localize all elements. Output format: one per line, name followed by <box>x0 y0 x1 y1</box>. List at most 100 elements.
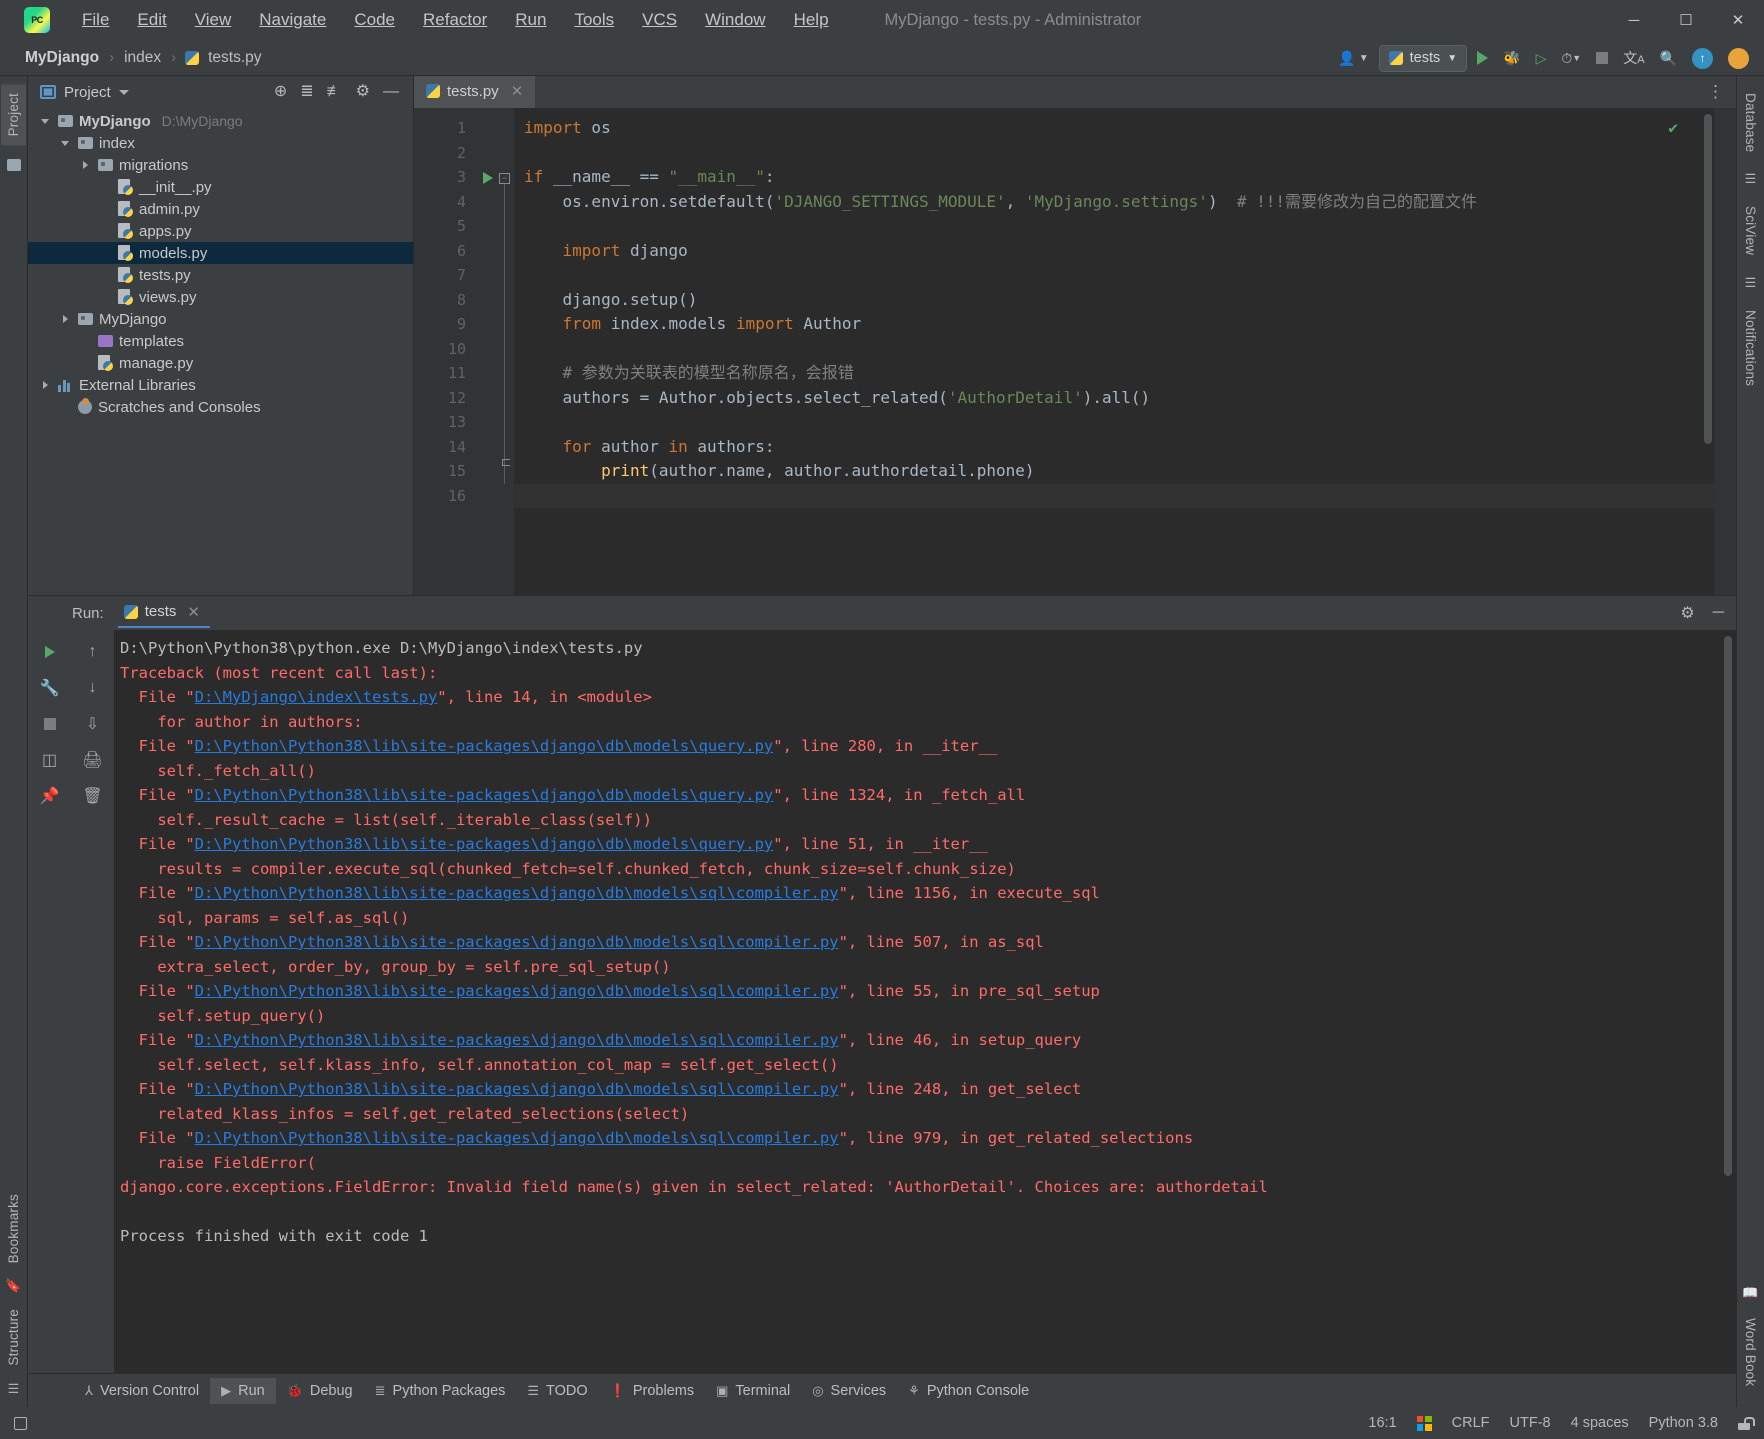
chevron-right-icon[interactable] <box>78 161 92 169</box>
stripe-tab-sciview[interactable]: SciView <box>1738 197 1763 264</box>
chevron-right-icon[interactable] <box>38 381 52 389</box>
hide-icon[interactable]: ─ <box>1713 604 1724 622</box>
profile-button[interactable]: ⏱ ▼ <box>1556 45 1586 71</box>
update-button[interactable]: ↑ <box>1687 45 1718 71</box>
gutter-marker-row[interactable] <box>476 337 514 362</box>
toggle-tool-windows-icon[interactable] <box>14 1416 27 1430</box>
editor-options-button[interactable]: ⋮ <box>1707 76 1736 108</box>
chevron-down-icon[interactable] <box>58 141 72 146</box>
console-file-link[interactable]: D:\Python\Python38\lib\site-packages\dja… <box>195 1080 839 1098</box>
gutter-marker-row[interactable] <box>476 484 514 509</box>
gutter-marker-row[interactable] <box>476 116 514 141</box>
tree-node-mydjango[interactable]: MyDjango <box>28 308 413 330</box>
menu-view[interactable]: View <box>181 6 246 34</box>
breadcrumb-item-index[interactable]: index <box>121 47 164 69</box>
code-line[interactable] <box>514 337 1714 362</box>
gutter-marker-row[interactable]: − <box>476 165 514 484</box>
tool-window-button-debug[interactable]: 🐞 Debug <box>276 1378 364 1404</box>
console-file-link[interactable]: D:\Python\Python38\lib\site-packages\dja… <box>195 982 839 1000</box>
code-area[interactable]: ✔ import os if __name__ == "__main__": o… <box>514 108 1714 595</box>
menu-edit[interactable]: Edit <box>123 6 180 34</box>
code-line[interactable] <box>514 214 1714 239</box>
scroll-to-end-icon[interactable]: ⇩ <box>83 714 103 734</box>
caret-position[interactable]: 16:1 <box>1368 1415 1396 1431</box>
gutter-marker-row[interactable] <box>476 190 514 215</box>
gutter-marker-row[interactable] <box>476 435 514 466</box>
tree-node-scratches-and-consoles[interactable]: Scratches and Consoles <box>28 396 413 418</box>
breadcrumb-item-project[interactable]: MyDjango <box>22 47 102 69</box>
tree-node-views-py[interactable]: views.py <box>28 286 413 308</box>
editor-tab-tests-py[interactable]: tests.py ✕ <box>414 76 536 108</box>
menu-code[interactable]: Code <box>340 6 409 34</box>
gutter-marker-row[interactable] <box>476 312 514 337</box>
gutter-marker-row[interactable] <box>476 459 514 484</box>
stripe-tab-database[interactable]: Database <box>1738 84 1763 161</box>
print-icon[interactable]: 🖨 <box>82 750 102 770</box>
trash-icon[interactable]: 🗑 <box>82 786 102 806</box>
wrench-icon[interactable]: 🔧 <box>40 678 60 698</box>
run-button[interactable] <box>1472 45 1493 71</box>
debug-button[interactable]: 🐝 <box>1498 45 1525 71</box>
tree-node-tests-py[interactable]: tests.py <box>28 264 413 286</box>
stripe-tab-project[interactable]: Project <box>1 84 26 146</box>
run-with-coverage-button[interactable]: ▷ <box>1531 45 1552 71</box>
search-everywhere-button[interactable]: 🔍 <box>1655 45 1682 71</box>
code-line[interactable]: print(author.name, author.authordetail.p… <box>514 459 1714 484</box>
chevron-down-icon[interactable] <box>38 119 52 124</box>
tool-window-button-python-packages[interactable]: ≣ Python Packages <box>364 1378 517 1404</box>
console-file-link[interactable]: D:\Python\Python38\lib\site-packages\dja… <box>195 884 839 902</box>
code-line[interactable]: import django <box>514 239 1714 264</box>
tree-node-mydjango[interactable]: MyDjango D:\MyDjango <box>28 110 413 132</box>
close-icon[interactable]: ✕ <box>511 82 524 100</box>
tree-node-external-libraries[interactable]: External Libraries <box>28 374 413 396</box>
gutter-marker-row[interactable] <box>476 214 514 239</box>
tool-window-button-terminal[interactable]: ▣ Terminal <box>705 1378 801 1404</box>
code-line[interactable]: os.environ.setdefault('DJANGO_SETTINGS_M… <box>514 190 1714 215</box>
rerun-icon[interactable] <box>40 642 60 662</box>
gutter-marker-row[interactable] <box>476 361 514 386</box>
hide-icon[interactable]: — <box>383 84 399 100</box>
menu-tools[interactable]: Tools <box>560 6 628 34</box>
console-file-link[interactable]: D:\Python\Python38\lib\site-packages\dja… <box>195 786 774 804</box>
tool-window-button-version-control[interactable]: ⅄ Version Control <box>74 1378 210 1404</box>
code-line[interactable]: if __name__ == "__main__": <box>514 165 1714 190</box>
tree-node--init-py[interactable]: __init__.py <box>28 176 413 198</box>
run-tab-tests[interactable]: tests ✕ <box>117 599 210 628</box>
menu-help[interactable]: Help <box>780 6 843 34</box>
minimize-button[interactable]: ─ <box>1608 0 1660 40</box>
menu-run[interactable]: Run <box>501 6 560 34</box>
code-line[interactable]: # 参数为关联表的模型名称原名，会报错 <box>514 361 1714 386</box>
gutter-marker-row[interactable] <box>476 410 514 435</box>
console-output[interactable]: D:\Python\Python38\python.exe D:\MyDjang… <box>114 630 1736 1373</box>
tool-window-button-problems[interactable]: ❗ Problems <box>599 1378 705 1404</box>
down-stacktrace-icon[interactable]: ↓ <box>83 678 103 698</box>
stop-icon[interactable] <box>40 714 60 734</box>
code-line[interactable] <box>514 410 1714 435</box>
breadcrumb-item-file[interactable]: tests.py <box>205 47 264 69</box>
menu-refactor[interactable]: Refactor <box>409 6 501 34</box>
indent-setting[interactable]: 4 spaces <box>1571 1415 1629 1431</box>
stripe-tab-structure[interactable]: Structure <box>1 1300 26 1375</box>
tool-window-button-services[interactable]: ◎ Services <box>801 1378 897 1404</box>
stripe-tab-bookmarks[interactable]: Bookmarks <box>1 1185 26 1272</box>
code-line[interactable]: import os <box>514 116 1714 141</box>
menu-window[interactable]: Window <box>691 6 779 34</box>
close-button[interactable]: ✕ <box>1712 0 1764 40</box>
menu-file[interactable]: File <box>68 6 123 34</box>
console-file-link[interactable]: D:\Python\Python38\lib\site-packages\dja… <box>195 1129 839 1147</box>
stop-button[interactable] <box>1591 45 1613 71</box>
maximize-button[interactable]: ☐ <box>1660 0 1712 40</box>
tree-node-index[interactable]: index <box>28 132 413 154</box>
console-file-link[interactable]: D:\Python\Python38\lib\site-packages\dja… <box>195 835 774 853</box>
console-scrollbar[interactable] <box>1724 636 1732 1236</box>
code-line[interactable]: authors = Author.objects.select_related(… <box>514 386 1714 411</box>
gutter-marker-row[interactable] <box>476 239 514 264</box>
up-stacktrace-icon[interactable]: ↑ <box>83 642 103 662</box>
stripe-tab-word-book[interactable]: Word Book <box>1738 1309 1763 1395</box>
structure-stripe-icon[interactable] <box>6 159 21 172</box>
chevron-down-icon[interactable] <box>118 89 129 95</box>
menu-navigate[interactable]: Navigate <box>245 6 340 34</box>
console-file-link[interactable]: D:\Python\Python38\lib\site-packages\dja… <box>195 1031 839 1049</box>
locate-icon[interactable]: ⊕ <box>274 84 287 100</box>
gutter-marker-row[interactable] <box>476 141 514 166</box>
